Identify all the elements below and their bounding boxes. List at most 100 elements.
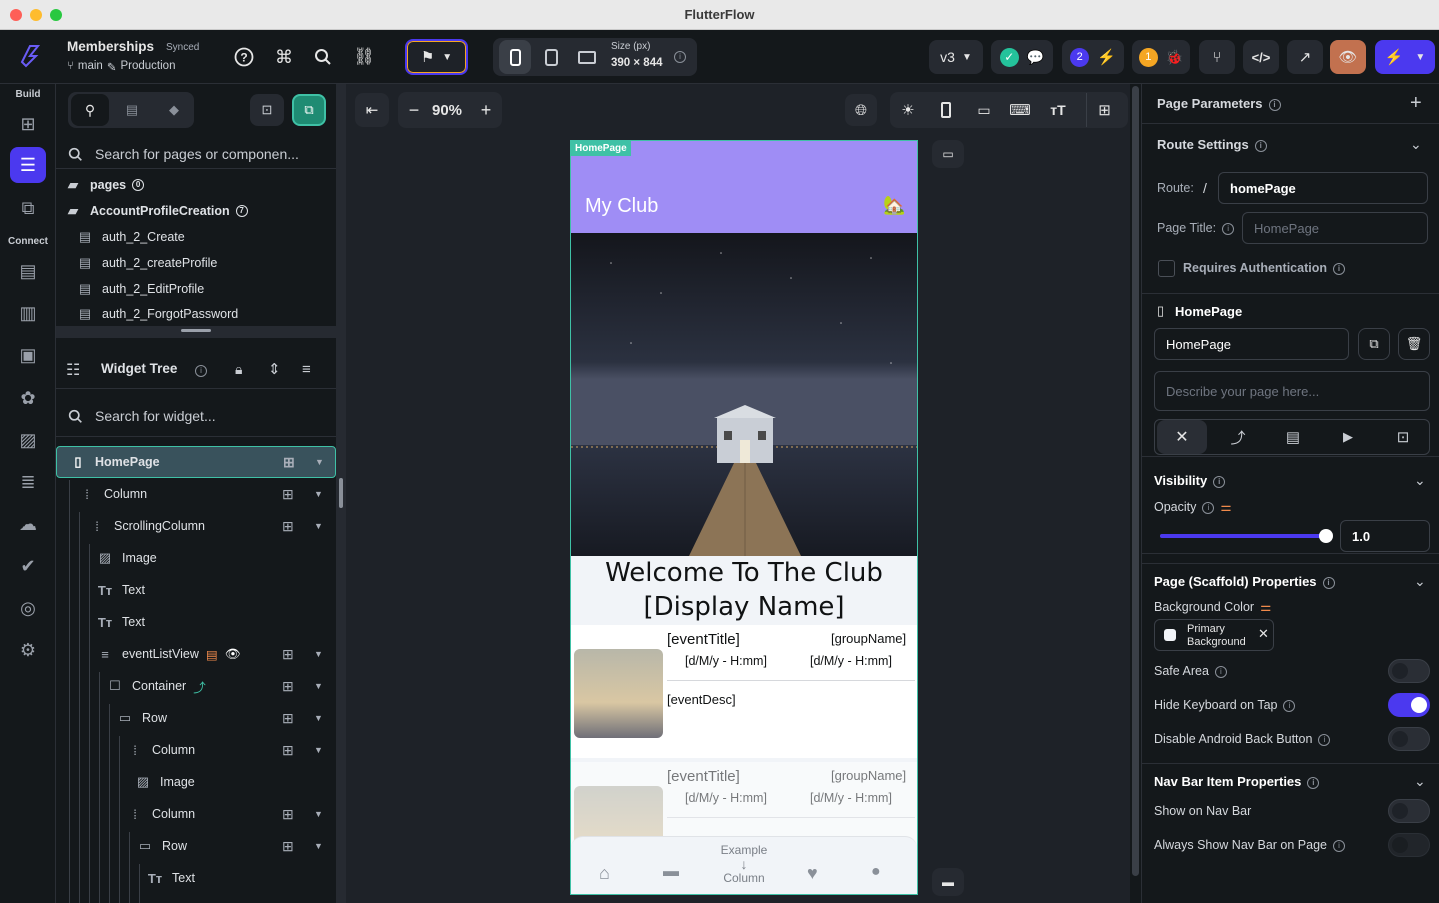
theme-icon[interactable]: ✿ — [10, 380, 46, 416]
tree-node-image[interactable]: ▨ Image — [56, 766, 336, 798]
project-name[interactable]: Memberships — [67, 39, 154, 54]
zoom-out-icon[interactable]: − — [400, 93, 428, 127]
route-input[interactable]: homePage — [1218, 172, 1428, 204]
info-icon[interactable]: i — [1202, 501, 1215, 514]
requires-auth-checkbox[interactable] — [1158, 260, 1175, 277]
page-item[interactable]: ▤ auth_2_EditProfile — [56, 276, 336, 302]
app-state-icon[interactable]: ▣ — [10, 337, 46, 373]
text-scale-icon[interactable]: тT — [1042, 93, 1074, 127]
info-icon[interactable]: i — [1307, 776, 1320, 789]
nav-chat-icon[interactable]: ▬ — [663, 863, 679, 881]
bg-color-picker[interactable]: Primary Background ✕ — [1154, 619, 1274, 651]
add-child-icon[interactable]: ⊞ — [282, 678, 294, 695]
chevron-down-icon[interactable]: ▼ — [314, 521, 323, 531]
add-child-icon[interactable]: ⊞ — [282, 806, 294, 823]
pages-search-input[interactable]: Search for pages or componen... — [68, 142, 328, 166]
checks-button[interactable]: ✓ 💬 — [991, 40, 1053, 74]
tree-node-column[interactable]: ⁞ Column ⊞ ▼ — [56, 798, 336, 830]
collapse-panel-icon[interactable]: ⇤ — [355, 93, 389, 127]
opacity-input[interactable]: 1.0 — [1340, 520, 1430, 552]
search-icon[interactable] — [309, 40, 337, 74]
layout-icon[interactable]: ⊞ — [1086, 93, 1122, 127]
chevron-down-icon[interactable]: ⌄ — [1414, 573, 1426, 590]
tree-node-column[interactable]: ⁞ Column ⊞ ▼ — [56, 478, 336, 510]
info-icon[interactable]: i — [1318, 733, 1331, 746]
add-parameter-icon[interactable]: + — [1410, 92, 1422, 115]
tree-node-image[interactable]: ▨ Image — [56, 542, 336, 574]
help-icon[interactable]: ? — [230, 40, 258, 74]
appbar-toggle-icon[interactable]: ▭ — [932, 140, 964, 168]
chevron-down-icon[interactable]: ▼ — [314, 489, 323, 499]
page-title-input[interactable]: HomePage — [1242, 212, 1428, 244]
settings-gear-icon[interactable]: ⚙ — [10, 632, 46, 668]
info-icon[interactable]: i — [1283, 699, 1296, 712]
navbar-toggle-icon[interactable]: ▬ — [932, 868, 964, 896]
landscape-icon[interactable]: ▭ — [968, 93, 1000, 127]
tab-library-icon[interactable]: ◆ — [155, 94, 193, 126]
chevron-down-icon[interactable]: ▼ — [314, 713, 323, 723]
sort-icon[interactable]: ≡ — [302, 361, 311, 378]
tab-pages-icon[interactable]: ⚲ — [71, 94, 109, 126]
tablet-device-icon[interactable] — [535, 40, 567, 74]
keyboard-icon[interactable]: ⌨ — [1004, 93, 1036, 127]
info-icon[interactable]: i — [1268, 98, 1281, 111]
cloud-functions-icon[interactable]: ☁ — [10, 506, 46, 542]
chevron-down-icon[interactable]: ⌄ — [1414, 472, 1426, 489]
zoom-in-icon[interactable]: + — [472, 93, 500, 127]
run-button[interactable]: ⚡ ▼ — [1375, 40, 1435, 74]
tree-node-event-list-view[interactable]: ≡ eventListView ▤ 👁 ⊞ ▼ — [56, 638, 336, 670]
lock-icon[interactable]: 🔒︎ — [235, 361, 242, 378]
add-child-icon[interactable]: ⊞ — [282, 742, 294, 759]
expand-collapse-icon[interactable]: ⇕ — [268, 360, 281, 378]
database-icon[interactable]: ▤ — [10, 253, 46, 289]
nav-home-icon[interactable]: ⌂ — [599, 863, 610, 884]
branching-icon[interactable]: ⑂ — [1199, 40, 1235, 74]
chevron-down-icon[interactable]: ▼ — [314, 809, 323, 819]
info-icon[interactable]: i — [1254, 139, 1267, 152]
tree-node-row[interactable]: ▭ Row ⊞ ▼ — [56, 702, 336, 734]
light-mode-icon[interactable]: ☀ — [892, 93, 924, 127]
command-icon[interactable]: ⌘ — [270, 40, 298, 74]
info-icon[interactable]: i — [1222, 222, 1235, 235]
add-child-icon[interactable]: ⊞ — [282, 518, 294, 535]
tab-components-icon[interactable]: ▤ — [113, 94, 151, 126]
event-card[interactable]: [eventTitle] [groupName] [d/M/y - H:mm] … — [571, 625, 917, 758]
tree-node-homepage[interactable]: ▯ HomePage ⊞ ▼ — [56, 446, 336, 478]
tree-node-text[interactable]: Tт Text — [56, 862, 336, 894]
storyboard-icon[interactable]: ⧉ — [10, 190, 46, 226]
clear-color-icon[interactable]: ✕ — [1258, 626, 1269, 642]
page-description-input[interactable]: Describe your page here... — [1154, 371, 1430, 411]
variable-icon[interactable]: ⚌ — [1220, 500, 1231, 514]
info-icon[interactable]: i — [1214, 665, 1227, 678]
globe-icon[interactable]: 🌐︎ — [845, 94, 877, 126]
info-icon[interactable]: i — [1333, 839, 1346, 852]
tree-node-column[interactable]: ⁞ Column ⊞ ▼ — [56, 734, 336, 766]
variable-icon[interactable]: ⚌ — [1260, 600, 1271, 614]
tree-node-text[interactable]: Tт Text — [56, 574, 336, 606]
folder-pages[interactable]: ▰ pages 0 — [56, 172, 336, 198]
tree-node-row[interactable]: ▭ Row ⊞ ▼ — [56, 830, 336, 862]
hide-keyboard-toggle[interactable] — [1388, 693, 1430, 717]
tab-backend-query-icon[interactable]: ▤ — [1268, 420, 1318, 454]
add-child-icon[interactable]: ⊞ — [283, 454, 295, 471]
code-icon[interactable]: </> — [1243, 40, 1279, 74]
phone-preview[interactable]: HomePage My Club 🏡 Welcome To The Club [… — [570, 140, 918, 895]
nav-heart-icon[interactable]: ♥ — [807, 863, 818, 884]
add-widget-icon[interactable]: ⊞ — [10, 106, 46, 142]
info-icon[interactable]: i — [674, 48, 686, 63]
add-page-icon[interactable]: ⧉ — [292, 94, 326, 126]
add-child-icon[interactable]: ⊞ — [282, 646, 294, 663]
agents-icon[interactable]: ◎ — [10, 590, 46, 626]
info-icon[interactable]: i — [1322, 576, 1335, 589]
opacity-slider-thumb[interactable] — [1319, 529, 1333, 543]
home-icon[interactable]: 🏡 — [883, 195, 905, 216]
tab-actions-icon[interactable]: ⤴ — [1213, 420, 1263, 454]
page-item[interactable]: ▤ auth_2_Create — [56, 224, 336, 250]
info-icon[interactable]: i — [1213, 475, 1226, 488]
tab-state-icon[interactable]: ⊡ — [1378, 420, 1428, 454]
chevron-down-icon[interactable]: ▼ — [314, 649, 323, 659]
version-selector[interactable]: v3 ▼ — [929, 40, 983, 74]
page-item[interactable]: ▤ auth_2_ForgotPassword — [56, 302, 336, 326]
panel-splitter[interactable] — [336, 84, 346, 903]
delete-trash-icon[interactable]: 🗑︎ — [1398, 328, 1430, 360]
